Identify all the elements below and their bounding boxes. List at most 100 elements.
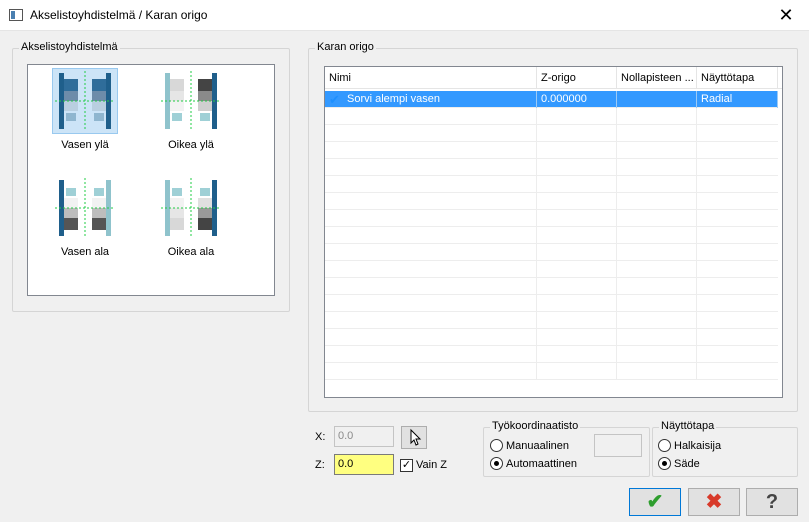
column-header-nollapiste[interactable]: Nollapisteen ...: [617, 67, 697, 89]
empty-table-row: [325, 176, 778, 193]
empty-cell: [696, 278, 697, 295]
empty-table-row: [325, 329, 778, 346]
empty-table-row: [325, 159, 778, 176]
work-coords-legend: Työkoordinaatisto: [490, 420, 581, 432]
empty-cell: [696, 346, 697, 363]
cross-icon: ✖: [705, 491, 723, 513]
column-header-nimi[interactable]: Nimi: [325, 67, 537, 89]
empty-cell: [536, 363, 537, 380]
empty-cell: [616, 346, 617, 363]
empty-table-row: [325, 193, 778, 210]
empty-cell: [536, 227, 537, 244]
empty-cell: [696, 312, 697, 329]
empty-table-row: [325, 278, 778, 295]
z-field[interactable]: 0.0: [334, 454, 394, 475]
empty-cell: [616, 244, 617, 261]
cell-nimi: Sorvi alempi vasen: [343, 91, 537, 108]
empty-cell: [616, 125, 617, 142]
empty-cell: [616, 142, 617, 159]
empty-table-row: [325, 363, 778, 380]
active-check-icon: ✔: [329, 92, 340, 107]
close-button[interactable]: ✕: [763, 0, 809, 31]
ok-button[interactable]: ✔: [629, 488, 681, 516]
empty-cell: [536, 261, 537, 278]
auto-radio[interactable]: [490, 457, 503, 470]
manual-radio[interactable]: [490, 439, 503, 452]
empty-table-row: [325, 108, 778, 125]
empty-cell: [616, 363, 617, 380]
empty-cell: [536, 176, 537, 193]
option-vasen-ala[interactable]: Vasen ala: [35, 176, 135, 258]
empty-cell: [616, 193, 617, 210]
empty-table-row: [325, 244, 778, 261]
empty-cell: [536, 329, 537, 346]
diameter-radio[interactable]: [658, 439, 671, 452]
spindle-origin-legend: Karan origo: [315, 41, 376, 53]
empty-cell: [536, 244, 537, 261]
empty-cell: [696, 329, 697, 346]
cell-nayttotapa: Radial: [697, 91, 778, 108]
radius-radio[interactable]: [658, 457, 671, 470]
empty-cell: [696, 193, 697, 210]
cell-z-origo: 0.000000: [537, 91, 617, 108]
empty-cell: [536, 193, 537, 210]
empty-cell: [616, 278, 617, 295]
empty-cell: [536, 210, 537, 227]
empty-cell: [616, 329, 617, 346]
vain-z-checkbox[interactable]: ✓: [400, 459, 413, 472]
empty-cell: [616, 227, 617, 244]
empty-cell: [616, 312, 617, 329]
empty-cell: [536, 278, 537, 295]
empty-cell: [616, 108, 617, 125]
window-title: Akselistoyhdistelmä / Karan origo: [30, 8, 208, 22]
radius-label: Säde: [674, 458, 700, 470]
option-label: Oikea ylä: [168, 139, 214, 151]
manual-label: Manuaalinen: [506, 440, 569, 452]
empty-cell: [616, 210, 617, 227]
vain-z-label: Vain Z: [416, 459, 447, 471]
empty-cell: [616, 176, 617, 193]
option-oikea-yla[interactable]: Oikea ylä: [141, 69, 241, 151]
empty-cell: [536, 346, 537, 363]
option-oikea-ala[interactable]: Oikea ala: [141, 176, 241, 258]
empty-cell: [536, 159, 537, 176]
axis-combination-legend: Akselistoyhdistelmä: [19, 41, 120, 53]
spindle-top-left-icon: [52, 68, 118, 134]
spindle-top-right-icon: [159, 69, 223, 133]
option-vasen-yla[interactable]: Vasen ylä: [35, 68, 135, 151]
table-row[interactable]: ✔ Sorvi alempi vasen 0.000000 Radial: [325, 91, 778, 108]
empty-cell: [616, 261, 617, 278]
window-app-icon: [9, 9, 23, 21]
empty-cell: [696, 125, 697, 142]
empty-cell: [616, 295, 617, 312]
empty-table-row: [325, 125, 778, 142]
empty-cell: [696, 295, 697, 312]
column-header-nayttotapa[interactable]: Näyttötapa: [697, 67, 778, 89]
cell-nollapiste: [617, 91, 697, 108]
z-label: Z:: [315, 459, 325, 471]
empty-table-row: [325, 261, 778, 278]
display-mode-legend: Näyttötapa: [659, 420, 717, 432]
empty-cell: [696, 227, 697, 244]
help-icon: ?: [765, 491, 779, 513]
empty-table-row: [325, 312, 778, 329]
empty-cell: [696, 261, 697, 278]
pick-point-button[interactable]: [401, 426, 427, 449]
spindle-bottom-left-icon: [53, 176, 117, 240]
auto-label: Automaattinen: [506, 458, 577, 470]
work-coords-field: [594, 434, 642, 457]
empty-cell: [696, 363, 697, 380]
axis-combination-panel: Vasen ylä Oikea ylä Vasen ala Oikea ala: [27, 64, 275, 296]
empty-cell: [696, 210, 697, 227]
empty-cell: [536, 295, 537, 312]
title-bar: Akselistoyhdistelmä / Karan origo ✕: [0, 0, 809, 31]
empty-cell: [696, 176, 697, 193]
help-button[interactable]: ?: [746, 488, 798, 516]
cancel-button[interactable]: ✖: [688, 488, 740, 516]
column-header-z-origo[interactable]: Z-origo: [537, 67, 617, 89]
option-label: Oikea ala: [167, 246, 215, 258]
empty-table-row: [325, 210, 778, 227]
empty-cell: [536, 312, 537, 329]
x-field[interactable]: 0.0: [334, 426, 394, 447]
origin-table[interactable]: Nimi Z-origo Nollapisteen ... Näyttötapa…: [324, 66, 783, 398]
